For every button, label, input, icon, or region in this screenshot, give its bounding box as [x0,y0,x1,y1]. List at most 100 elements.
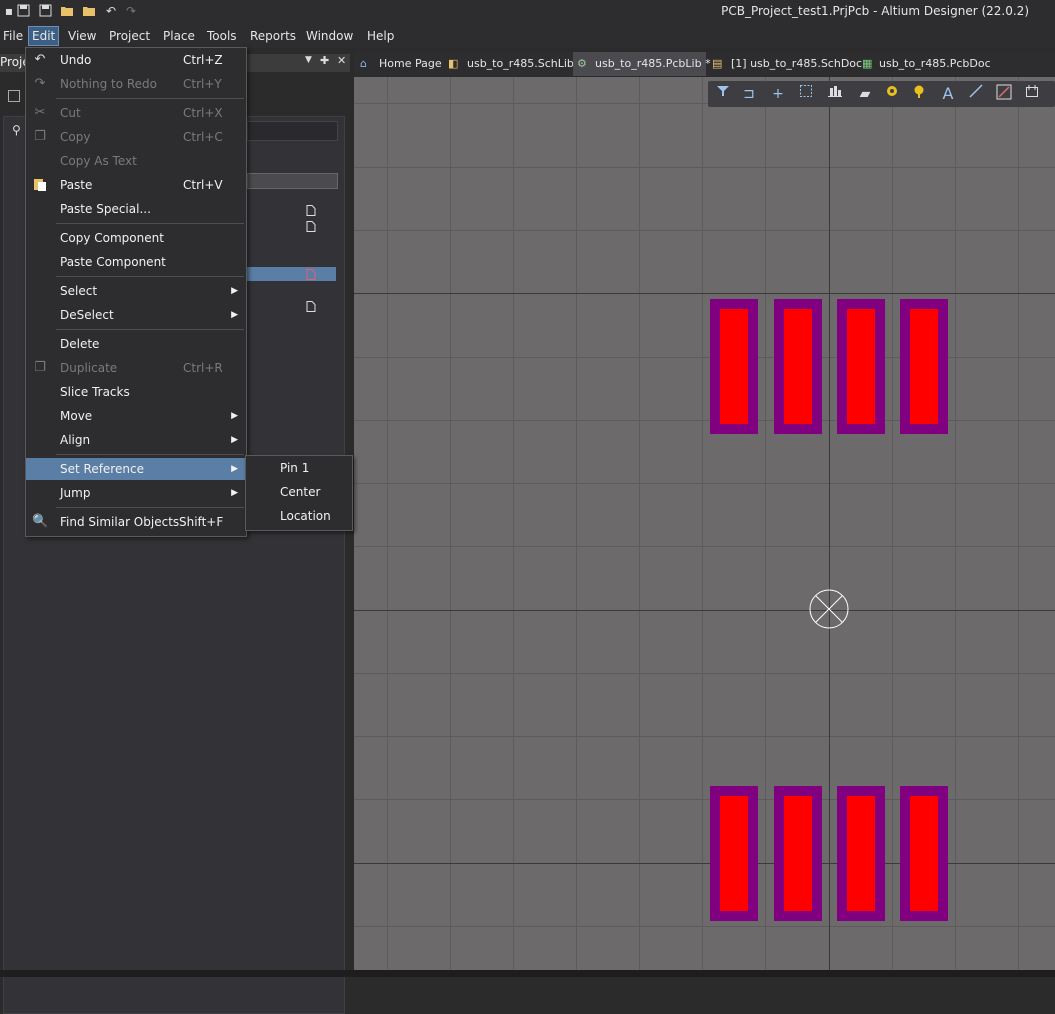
menu-item-set-reference[interactable]: Set Reference ▶ [26,458,246,480]
menu-item-redo[interactable]: ↷ Nothing to Redo Ctrl+Y [26,73,246,95]
menu-item-select[interactable]: Select ▶ [26,280,246,302]
smd-pad[interactable] [774,786,822,921]
measure-icon[interactable] [994,84,1014,104]
smd-pad[interactable] [900,299,948,434]
menu-reports[interactable]: Reports [247,27,299,45]
submenu-item-pin1[interactable]: Pin 1 [246,457,352,479]
component-icon[interactable]: ▰ [855,84,875,104]
redo-icon: ↷ [34,76,46,91]
submenu-item-location[interactable]: Location [246,505,352,527]
menu-item-shortcut: Shift+F [179,515,224,529]
status-bar [0,970,1055,977]
menu-item-shortcut: Ctrl+X [183,106,223,120]
smd-pad[interactable] [900,786,948,921]
menu-separator [56,98,244,99]
pad-copper [720,309,748,424]
smd-pad[interactable] [837,786,885,921]
open-project-icon[interactable] [82,4,96,18]
menu-item-cut[interactable]: ✂ Cut Ctrl+X [26,102,246,124]
pad-copper [847,796,875,911]
pad-tool-icon[interactable] [910,84,930,104]
menu-item-label: Copy Component [60,231,164,245]
tab-pcblib[interactable]: ⚙ usb_to_r485.PcbLib * [573,52,711,76]
menu-item-move[interactable]: Move ▶ [26,405,246,427]
save-icon[interactable] [16,4,30,18]
menu-item-undo[interactable]: ↶ Undo Ctrl+Z [26,49,246,71]
menu-item-paste[interactable]: Paste Ctrl+V [26,174,246,196]
menu-file[interactable]: File [0,27,26,45]
smd-pad[interactable] [774,299,822,434]
menu-separator [56,507,244,508]
smd-pad[interactable] [837,299,885,434]
search-input[interactable] [247,121,338,141]
menu-item-paste-component[interactable]: Paste Component [26,251,246,273]
menu-item-label: Duplicate [60,361,118,375]
menu-item-delete[interactable]: Delete [26,333,246,355]
submenu-item-label: Location [280,509,331,523]
pad-copper [910,309,938,424]
undo-icon[interactable]: ↶ [104,4,118,18]
tree-row-selected-outline[interactable] [247,173,338,189]
open-folder-icon[interactable] [60,4,74,18]
menu-tools[interactable]: Tools [204,27,240,45]
menu-edit[interactable]: Edit [28,26,60,46]
cut-icon: ✂ [34,105,46,120]
filter-icon[interactable] [713,84,733,104]
select-rect-icon[interactable] [796,84,816,104]
menu-separator [56,454,244,455]
panel-dropdown-icon[interactable]: ▼ [305,55,312,65]
pad-copper [847,309,875,424]
menu-item-copy-component[interactable]: Copy Component [26,227,246,249]
menu-item-label: Find Similar Objects [60,515,180,529]
crosshair-icon[interactable]: + [768,84,788,104]
menu-item-jump[interactable]: Jump ▶ [26,482,246,504]
menu-place[interactable]: Place [160,27,198,45]
tab-schdoc[interactable]: ▤ [1] usb_to_r485.SchDoc [710,52,862,76]
pin-icon[interactable]: ✚ [320,54,329,67]
menu-item-align[interactable]: Align ▶ [26,429,246,451]
align-icon[interactable] [825,84,845,104]
new-icon[interactable]: ▪ [2,4,16,18]
menu-view[interactable]: View [65,27,99,45]
menu-separator [56,329,244,330]
menu-item-shortcut: Ctrl+Y [183,77,222,91]
via-icon[interactable] [882,84,902,104]
pad-copper [784,796,812,911]
pcb-canvas[interactable] [354,77,1055,970]
submenu-item-center[interactable]: Center [246,481,352,503]
menu-item-copy[interactable]: ❐ Copy Ctrl+C [26,126,246,148]
menu-project[interactable]: Project [106,27,153,45]
menu-window[interactable]: Window [303,27,356,45]
document-icon [306,221,316,232]
smd-pad[interactable] [710,299,758,434]
menu-item-duplicate[interactable]: ❐ Duplicate Ctrl+R [26,357,246,379]
menu-help[interactable]: Help [364,27,397,45]
smd-pad[interactable] [710,786,758,921]
text-tool-icon[interactable]: A [938,84,958,104]
line-tool-icon[interactable] [966,84,986,104]
menu-item-shortcut: Ctrl+Z [183,53,223,67]
menu-item-slice-tracks[interactable]: Slice Tracks [26,381,246,403]
redo-icon[interactable]: ↷ [124,4,138,18]
tab-home-page[interactable]: ⌂ Home Page [358,52,442,76]
tab-schlib[interactable]: ◧ usb_to_r485.SchLib [446,52,574,76]
tree-row-active[interactable] [247,267,336,281]
save-all-icon[interactable] [38,4,52,18]
submenu-arrow-icon: ▶ [231,435,238,445]
menu-item-paste-special[interactable]: Paste Special... [26,198,246,220]
tab-pcbdoc[interactable]: ▦ usb_to_r485.PcbDoc [860,52,991,76]
overflow-icon[interactable]: ▐ [1048,84,1055,104]
save-panel-icon[interactable] [8,90,20,102]
menu-item-find-similar[interactable]: 🔍 Find Similar Objects Shift+F [26,511,246,533]
pad-copper [910,796,938,911]
route-icon[interactable]: ⊐ [739,84,759,104]
menu-item-label: Move [60,409,93,423]
set-reference-submenu: Pin 1 Center Location [245,455,353,531]
dimension-icon[interactable] [1022,84,1042,104]
menu-item-deselect[interactable]: DeSelect ▶ [26,304,246,326]
document-tabs: ⌂ Home Page ◧ usb_to_r485.SchLib ⚙ usb_t… [354,52,1055,76]
menu-item-shortcut: Ctrl+C [183,130,223,144]
pad-copper [720,796,748,911]
menu-item-copy-as-text[interactable]: Copy As Text [26,150,246,172]
close-panel-icon[interactable]: ✕ [337,54,346,67]
